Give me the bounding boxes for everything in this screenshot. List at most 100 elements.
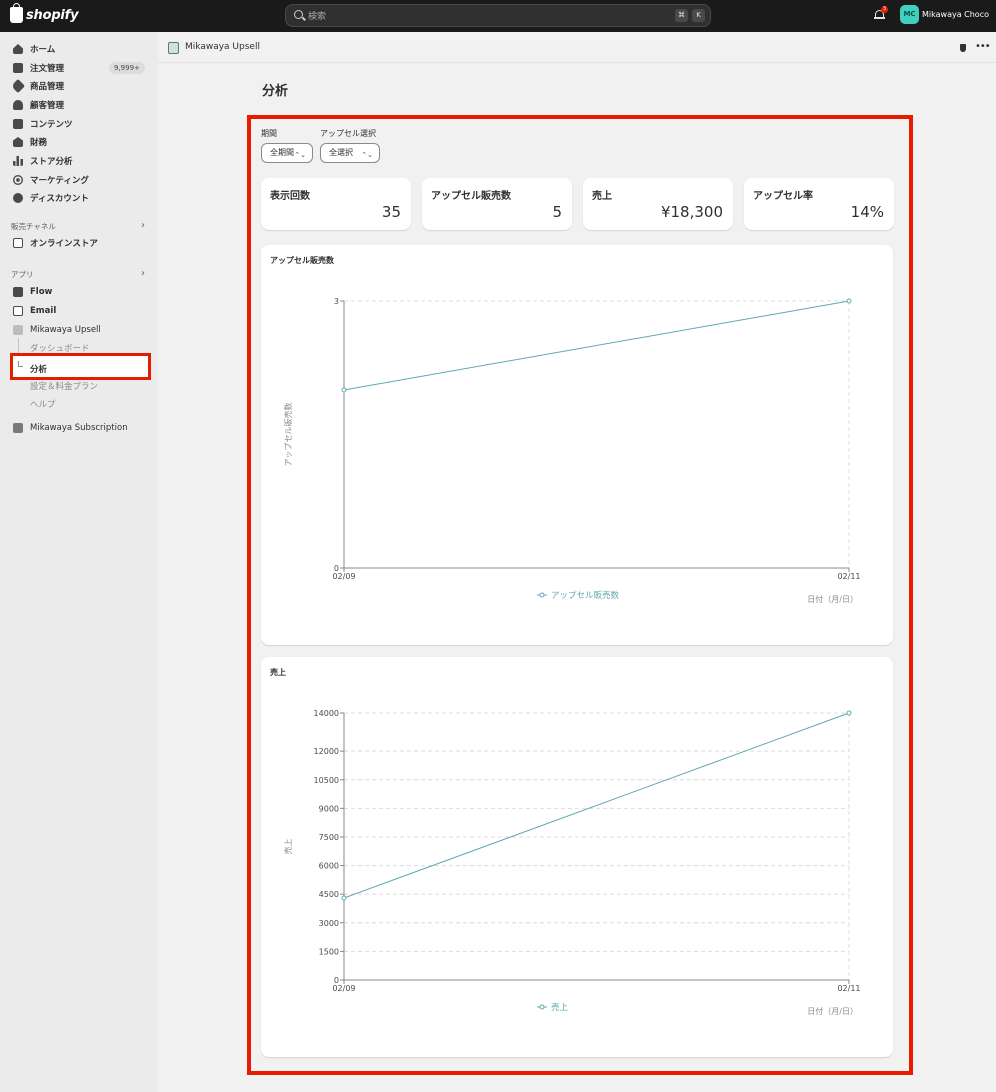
sidebar-item-marketing[interactable]: マーケティング: [0, 171, 158, 189]
sidebar-item-products[interactable]: 商品管理: [0, 77, 158, 95]
upsell-select[interactable]: 全選択 ⌃⌄: [320, 143, 380, 163]
cmd-key-hint: ⌘: [675, 9, 688, 22]
sidebar-item-label: Mikawaya Upsell: [30, 325, 101, 335]
y-tick-label: 6000: [319, 862, 339, 871]
y-tick-label: 3000: [319, 919, 339, 928]
select-arrows-icon: ⌃⌄: [361, 151, 373, 159]
shopify-logo[interactable]: shopify: [10, 3, 79, 23]
revenue-chart: 0150030004500600075009000105001200014000…: [283, 709, 861, 1016]
sidebar-item-orders[interactable]: 注文管理 9,999+: [0, 59, 158, 77]
y-tick-label: 10500: [314, 776, 339, 785]
chevron-right-icon[interactable]: ›: [141, 268, 145, 279]
sidebar-item-content[interactable]: コンテンツ: [0, 115, 158, 133]
sidebar-item-flow[interactable]: Flow: [0, 283, 158, 301]
sidebar-item-mikawaya-upsell[interactable]: Mikawaya Upsell: [0, 321, 158, 339]
kpi-value: 35: [381, 203, 401, 221]
upsell-select-label: アップセル選択: [320, 129, 376, 138]
legend-marker: [539, 1004, 545, 1010]
y-tick-label: 9000: [319, 804, 339, 813]
period-select[interactable]: 全期間 ⌃⌄: [261, 143, 313, 163]
x-tick-label: 02/11: [837, 984, 860, 993]
k-key-hint: K: [692, 9, 705, 22]
sidebar-item-label: Mikawaya Subscription: [30, 423, 128, 433]
data-point: [846, 298, 852, 304]
avatar[interactable]: MC: [900, 5, 919, 24]
legend-label: アップセル販売数: [551, 590, 620, 601]
flow-icon: [13, 287, 23, 297]
sidebar-item-discounts[interactable]: ディスカウント: [0, 189, 158, 207]
kpi-card-upsell-rate: アップセル率 14%: [744, 178, 894, 230]
sidebar-sub-help[interactable]: ヘルプ: [30, 398, 56, 410]
x-tick-label: 02/09: [332, 984, 355, 993]
sales-channels-heading[interactable]: 販売チャネル: [11, 221, 56, 232]
kpi-label: アップセル率: [753, 191, 813, 202]
sidebar-sub-settings[interactable]: 設定＆料金プラン: [30, 380, 98, 392]
kpi-card-revenue: 売上 ¥18,300: [583, 178, 733, 230]
upsell-sales-chart: 0302/09 02/11アップセル販売数アップセル販売数日付（月/日）: [283, 297, 861, 604]
tag-icon: [10, 78, 26, 94]
chevron-right-icon[interactable]: ›: [141, 220, 145, 231]
tree-hook: [18, 361, 23, 367]
period-value: 全期間: [270, 148, 294, 157]
kpi-card-impressions: 表示回数 35: [261, 178, 411, 230]
app-title: Mikawaya Upsell: [185, 42, 260, 52]
kpi-value: 5: [552, 203, 562, 221]
kpi-label: アップセル販売数: [431, 191, 511, 202]
notification-badge: 3: [881, 6, 888, 13]
bar-chart-icon: [13, 156, 23, 166]
sidebar-item-online-store[interactable]: オンラインストア: [0, 234, 158, 252]
sidebar-item-finance[interactable]: 財務: [0, 133, 158, 151]
top-bar: shopify 検索 ⌘ K 3 MC Mikawaya Choco: [0, 0, 996, 32]
y-tick-label: 12000: [314, 747, 339, 756]
legend-marker: [539, 592, 545, 598]
sidebar-item-analytics[interactable]: ストア分析: [0, 152, 158, 170]
sidebar-item-label: ディスカウント: [30, 194, 89, 204]
series-line: [343, 300, 850, 391]
more-icon[interactable]: •••: [975, 41, 991, 52]
shopify-bag-icon: [10, 3, 23, 23]
orders-count-badge: 9,999+: [109, 62, 145, 74]
app-header: Mikawaya Upsell •••: [158, 32, 996, 63]
app-icon: [13, 423, 23, 433]
sidebar-item-label: 財務: [30, 138, 48, 148]
sidebar-item-mikawaya-subscription[interactable]: Mikawaya Subscription: [0, 419, 158, 437]
kpi-label: 表示回数: [270, 191, 310, 202]
pin-icon[interactable]: [960, 44, 966, 52]
x-tick-label: 02/09: [332, 572, 355, 581]
y-tick-label: 7500: [319, 833, 339, 842]
user-name[interactable]: Mikawaya Choco: [922, 10, 989, 19]
kpi-card-upsell-sales: アップセル販売数 5: [422, 178, 572, 230]
y-axis-label: アップセル販売数: [283, 403, 293, 467]
y-tick-label: 3: [334, 297, 339, 306]
sidebar-item-email[interactable]: Email: [0, 302, 158, 320]
sidebar-item-home[interactable]: ホーム: [0, 40, 158, 58]
kpi-value: ¥18,300: [660, 203, 723, 221]
chart-card-revenue: 売上 0 1500 3000 4500 6000 7500 9000 10500 12000 14…: [261, 657, 893, 1057]
kpi-label: 売上: [592, 191, 612, 202]
sidebar-item-label: 注文管理: [30, 64, 65, 74]
sidebar-item-customers[interactable]: 顧客管理: [0, 96, 158, 114]
apps-heading[interactable]: アプリ: [11, 269, 34, 280]
data-point: [846, 710, 852, 716]
legend-label: 売上: [551, 1002, 569, 1013]
period-label: 期間: [261, 129, 277, 138]
select-arrows-icon: ⌃⌄: [294, 151, 306, 159]
page-title: 分析: [262, 84, 289, 99]
data-point: [341, 387, 347, 393]
sidebar-item-label: マーケティング: [30, 176, 89, 186]
person-icon: [13, 100, 23, 110]
upsell-select-value: 全選択: [329, 148, 353, 157]
y-axis-label: 売上: [283, 839, 293, 855]
home-icon: [13, 44, 23, 54]
discount-icon: [13, 193, 23, 203]
brand-text: shopify: [26, 7, 79, 23]
sidebar: ホーム 注文管理 9,999+ 商品管理 顧客管理 コンテンツ 財務 ストア分析…: [0, 32, 158, 1092]
sidebar-item-label: Flow: [30, 287, 53, 297]
target-icon: [13, 175, 23, 185]
sidebar-item-label: ホーム: [30, 45, 56, 55]
y-tick-label: 14000: [314, 709, 339, 718]
y-tick-label: 4500: [319, 890, 339, 899]
data-point: [341, 895, 347, 901]
sidebar-sub-analytics[interactable]: 分析: [10, 353, 151, 380]
search-input[interactable]: 検索 ⌘ K: [285, 4, 711, 27]
